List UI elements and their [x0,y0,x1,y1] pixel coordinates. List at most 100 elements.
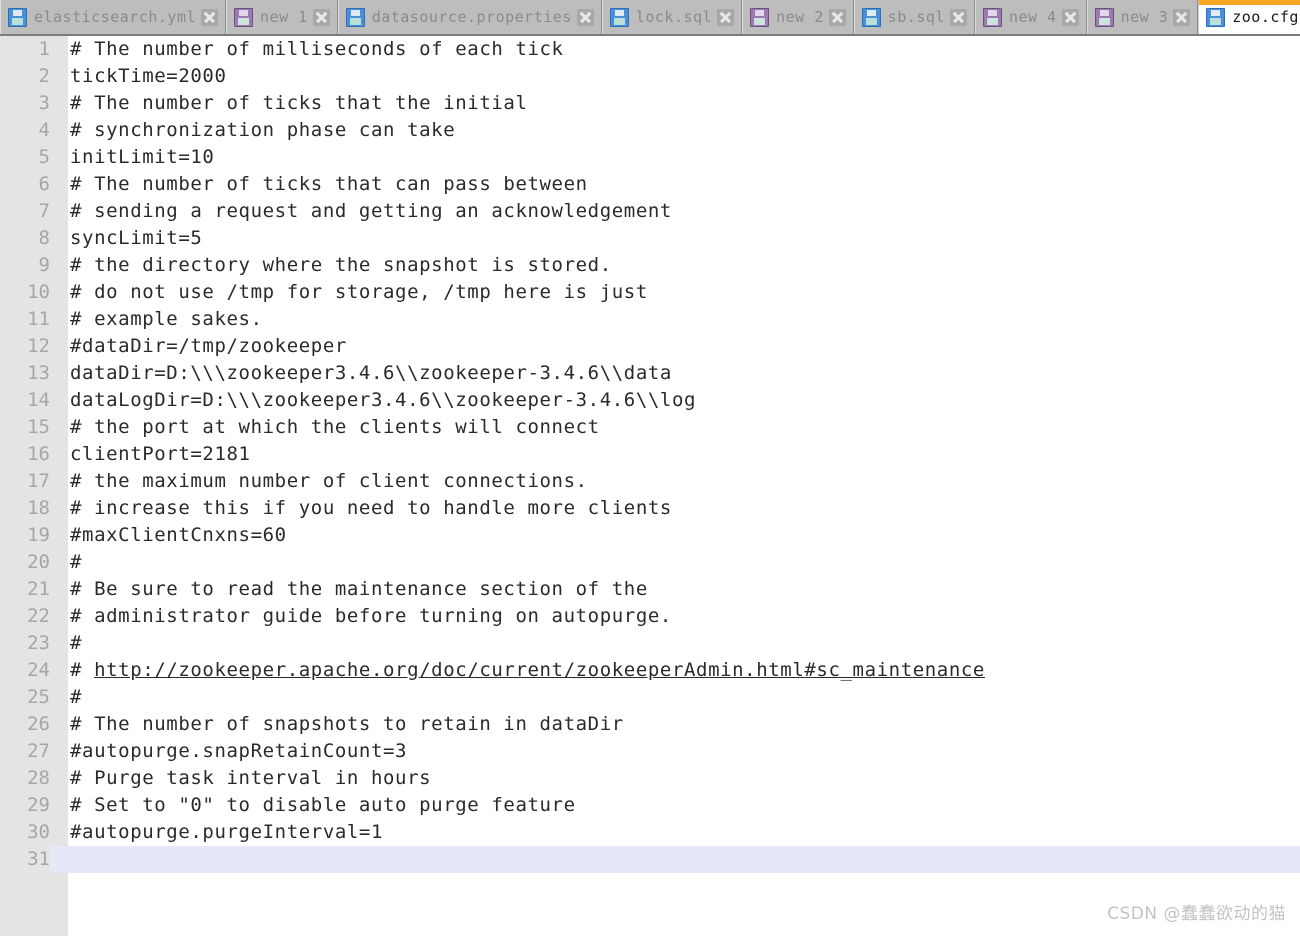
document-tab-new-3[interactable]: new 3 [1086,0,1199,34]
tab-close-icon[interactable] [1173,8,1191,26]
tab-label: elasticsearch.yml [34,8,197,26]
code-line[interactable]: 26 # The number of snapshots to retain in… [0,711,1300,738]
line-number: 24 [27,659,50,681]
tab-label: new 3 [1120,8,1169,26]
code-line[interactable]: 12 #dataDir=/tmp/zookeeper [0,333,1300,360]
code-line[interactable]: 13 dataDir=D:\\\zookeeper3.4.6\\zookeeper… [0,360,1300,387]
line-number: 1 [38,38,50,60]
floppy-disk-icon [609,7,629,27]
text-editor[interactable]: 1 # The number of milliseconds of each ti… [0,36,1300,936]
code-text: # The number of ticks that the initial [70,92,528,114]
floppy-label [1210,17,1222,25]
line-number: 18 [27,497,50,519]
active-tab-indicator [1199,0,1300,5]
document-tab-sb-sql[interactable]: sb.sql [853,0,975,34]
line-number: 3 [38,92,50,114]
tab-close-icon[interactable] [312,8,330,26]
code-text-prefix: # [70,659,95,681]
line-number: 9 [38,254,50,276]
code-line[interactable]: 4 # synchronization phase can take [0,117,1300,144]
document-tab-new-2[interactable]: new 2 [742,0,854,34]
document-tab-bar: elasticsearch.yml new 1 datasource.propert… [0,0,1300,36]
tab-close-icon[interactable] [1061,8,1079,26]
floppy-disk-icon [234,7,254,27]
line-number: 4 [38,119,50,141]
floppy-label [349,17,361,25]
code-text: clientPort=2181 [70,443,251,465]
code-line[interactable]: 10 # do not use /tmp for storage, /tmp he… [0,279,1300,306]
code-line[interactable]: 1 # The number of milliseconds of each ti… [0,36,1300,63]
code-text: # Set to "0" to disable auto purge featu… [70,794,576,816]
floppy-shutter [866,9,876,16]
code-line[interactable]: 9 # the directory where the snapshot is s… [0,252,1300,279]
code-text: tickTime=2000 [70,65,227,87]
tab-close-icon[interactable] [201,8,219,26]
document-tab-new-4[interactable]: new 4 [974,0,1087,34]
code-text: dataLogDir=D:\\\zookeeper3.4.6\\zookeepe… [70,389,697,411]
document-tab-elasticsearch-yml[interactable]: elasticsearch.yml [0,0,227,34]
tab-close-icon[interactable] [828,8,846,26]
code-line[interactable]: 30 #autopurge.purgeInterval=1 [0,819,1300,846]
document-tab-new-1[interactable]: new 1 [226,0,338,34]
document-tab-zoo-cfg[interactable]: zoo.cfg [1198,0,1300,36]
code-text: # the directory where the snapshot is st… [70,254,612,276]
code-line[interactable]: 18 # increase this if you need to handle … [0,495,1300,522]
tab-close-icon[interactable] [717,8,735,26]
line-number: 26 [27,713,50,735]
floppy-shutter [350,9,360,16]
code-text: # sending a request and getting an ackno… [70,200,672,222]
floppy-shutter [987,9,997,16]
code-line[interactable]: 3 # The number of ticks that the initial [0,90,1300,117]
code-line[interactable]: 7 # sending a request and getting an ackn… [0,198,1300,225]
code-line[interactable]: 22 # administrator guide before turning o… [0,603,1300,630]
code-line[interactable]: 27 #autopurge.snapRetainCount=3 [0,738,1300,765]
code-line[interactable]: 14 dataLogDir=D:\\\zookeeper3.4.6\\zookee… [0,387,1300,414]
floppy-shutter [13,9,22,16]
document-tab-datasource-properties[interactable]: datasource.properties [337,0,602,34]
floppy-label [238,17,250,25]
tab-close-icon[interactable] [949,8,967,26]
code-line[interactable]: 5 initLimit=10 [0,144,1300,171]
tab-label: new 4 [1008,8,1057,26]
line-number: 11 [27,308,50,330]
floppy-label [1098,17,1110,25]
line-number: 5 [38,146,50,168]
url-link[interactable]: http://zookeeper.apache.org/doc/current/… [94,659,985,681]
floppy-disk-icon [861,7,881,27]
floppy-label [865,17,877,25]
code-line[interactable]: 6 # The number of ticks that can pass bet… [0,171,1300,198]
code-line[interactable]: 29 # Set to "0" to disable auto purge fea… [0,792,1300,819]
code-line[interactable]: 21 # Be sure to read the maintenance sect… [0,576,1300,603]
floppy-shutter [239,9,249,16]
floppy-label [986,17,998,25]
code-line[interactable]: 15 # the port at which the clients will c… [0,414,1300,441]
code-line[interactable]: 28 # Purge task interval in hours [0,765,1300,792]
code-line[interactable]: 23 # [0,630,1300,657]
code-line[interactable]: 11 # example sakes. [0,306,1300,333]
line-number: 31 [0,846,50,873]
code-text: # The number of milliseconds of each tic… [70,38,564,60]
code-line[interactable]: 19 #maxClientCnxns=60 [0,522,1300,549]
code-text: # Purge task interval in hours [70,767,432,789]
document-tab-lock-sql[interactable]: lock.sql [601,0,743,34]
floppy-disk-icon [8,7,27,27]
floppy-shutter [755,9,765,16]
code-text: # [70,551,83,573]
code-line[interactable]: 24 # http://zookeeper.apache.org/doc/curr… [0,657,1300,684]
code-text: # [70,632,83,654]
tab-close-icon[interactable] [576,8,594,26]
code-line-current[interactable]: 31 [0,846,1300,873]
floppy-label [12,17,23,25]
floppy-disk-icon [345,7,365,27]
code-line[interactable]: 16 clientPort=2181 [0,441,1300,468]
line-number: 17 [27,470,50,492]
code-line[interactable]: 25 # [0,684,1300,711]
code-text: # [70,686,83,708]
code-line[interactable]: 2 tickTime=2000 [0,63,1300,90]
code-line[interactable]: 20 # [0,549,1300,576]
code-line[interactable]: 8 syncLimit=5 [0,225,1300,252]
code-line[interactable]: 17 # the maximum number of client connect… [0,468,1300,495]
code-text: # The number of snapshots to retain in d… [70,713,624,735]
code-content-area[interactable]: 1 # The number of milliseconds of each ti… [0,36,1300,936]
line-number: 23 [27,632,50,654]
